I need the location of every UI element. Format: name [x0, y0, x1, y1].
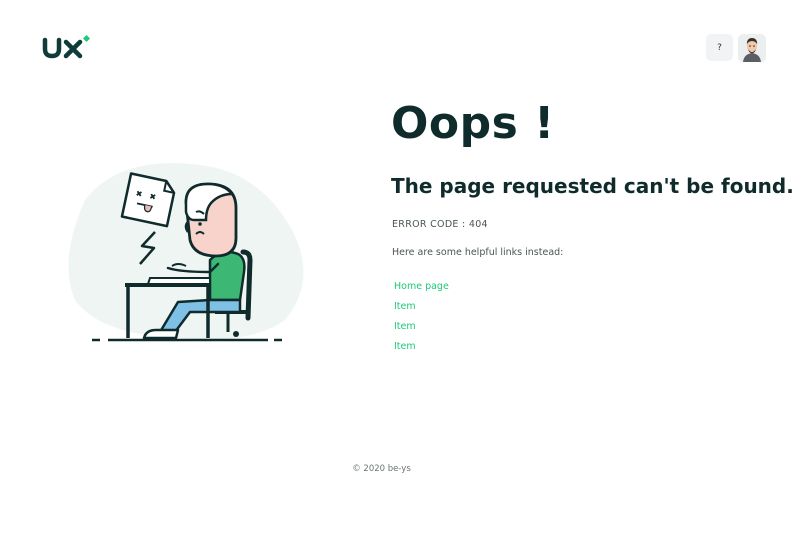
question-icon: ?: [717, 42, 722, 53]
helpful-links-text: Here are some helpful links instead:: [392, 247, 564, 258]
list-item: Item: [394, 318, 449, 338]
link-item[interactable]: Item: [394, 341, 416, 352]
link-item[interactable]: Item: [394, 301, 416, 312]
list-item: Home page: [394, 278, 449, 298]
page-title: Oops !: [391, 98, 555, 149]
ux-logo-icon: [42, 34, 91, 59]
frustrated-person-at-computer-icon: [68, 163, 304, 342]
logo[interactable]: [42, 34, 92, 60]
list-item: Item: [394, 298, 449, 318]
footer-copyright: © 2020 be-ys: [352, 464, 411, 474]
help-button[interactable]: ?: [706, 34, 733, 61]
link-item[interactable]: Item: [394, 321, 416, 332]
avatar-icon: [738, 34, 766, 62]
user-avatar-button[interactable]: [738, 34, 766, 62]
error-code: ERROR CODE : 404: [392, 219, 488, 230]
error-illustration: [60, 160, 310, 350]
page-subtitle: The page requested can't be found.: [391, 174, 794, 198]
list-item: Item: [394, 338, 449, 358]
link-home-page[interactable]: Home page: [394, 281, 449, 292]
helpful-links-list: Home page Item Item Item: [394, 278, 449, 358]
